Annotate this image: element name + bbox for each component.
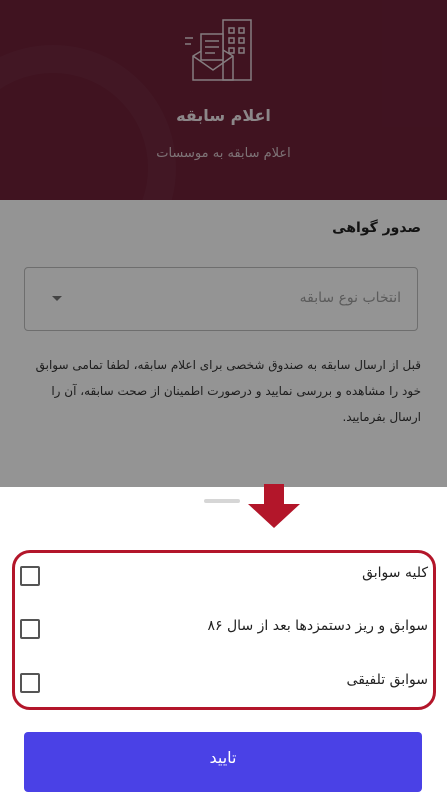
- checkbox[interactable]: [20, 619, 40, 639]
- checkbox[interactable]: [20, 673, 40, 693]
- sheet-drag-handle[interactable]: [204, 499, 240, 503]
- confirm-button[interactable]: تایید: [24, 732, 422, 792]
- confirm-label: تایید: [209, 748, 237, 767]
- option-combined-records[interactable]: سوابق تلفیقی: [18, 668, 428, 698]
- checkbox[interactable]: [20, 566, 40, 586]
- option-label: سوابق تلفیقی: [346, 672, 428, 688]
- modal-overlay[interactable]: [0, 0, 447, 487]
- option-label: کلیه سوابق: [362, 565, 428, 581]
- option-all-records[interactable]: کلیه سوابق: [18, 561, 428, 591]
- option-records-after-86[interactable]: سوابق و ریز دستمزدها بعد از سال ۸۶: [18, 614, 428, 644]
- option-label: سوابق و ریز دستمزدها بعد از سال ۸۶: [207, 618, 428, 634]
- arrow-down-icon: [248, 484, 300, 528]
